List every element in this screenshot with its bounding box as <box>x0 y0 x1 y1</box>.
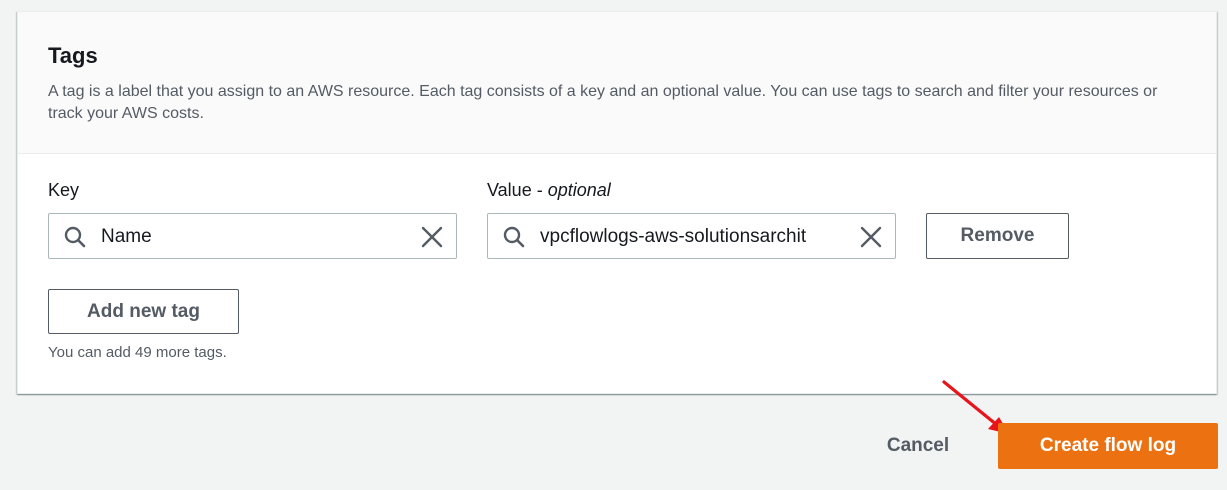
search-icon <box>64 226 86 248</box>
clear-key-icon[interactable] <box>420 225 444 249</box>
value-label-optional: optional <box>547 180 611 200</box>
clear-value-icon[interactable] <box>859 225 883 249</box>
tags-panel-header: Tags A tag is a label that you assign to… <box>18 12 1216 154</box>
create-flow-log-button[interactable]: Create flow log <box>998 423 1218 469</box>
value-input-value: vpcflowlogs-aws-solutionsarchit <box>540 226 807 247</box>
remove-tag-button[interactable]: Remove <box>926 213 1069 259</box>
key-input-value: Name <box>101 226 152 247</box>
value-input[interactable]: vpcflowlogs-aws-solutionsarchit <box>487 213 896 259</box>
tags-remaining-hint: You can add 49 more tags. <box>48 344 227 361</box>
key-label: Key <box>48 180 80 200</box>
tags-title: Tags <box>48 43 98 68</box>
tags-description: A tag is a label that you assign to an A… <box>48 83 1158 122</box>
key-input[interactable]: Name <box>48 213 457 259</box>
add-new-tag-button[interactable]: Add new tag <box>48 289 239 334</box>
create-flow-log-page: Tags A tag is a label that you assign to… <box>0 0 1227 490</box>
search-icon <box>503 226 525 248</box>
cancel-button[interactable]: Cancel <box>868 423 968 469</box>
tags-panel: Tags A tag is a label that you assign to… <box>17 11 1217 394</box>
value-label-main: Value - <box>487 180 548 200</box>
value-label: Value - optional <box>487 180 611 201</box>
